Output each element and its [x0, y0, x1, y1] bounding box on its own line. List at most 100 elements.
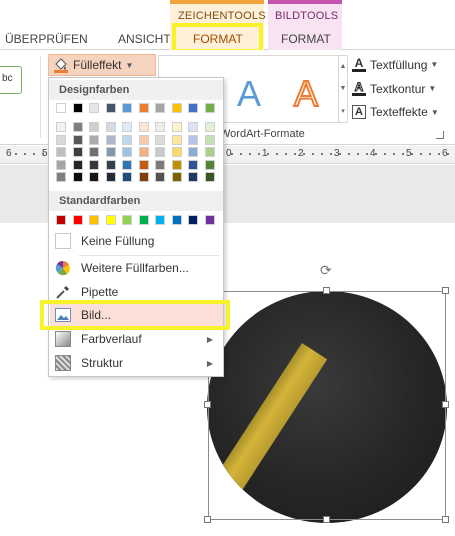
- theme-color-swatch[interactable]: [72, 103, 83, 113]
- no-fill-item[interactable]: Keine Füllung: [50, 230, 223, 252]
- theme-shade-swatch[interactable]: [188, 159, 198, 170]
- theme-shade-swatch[interactable]: [105, 172, 116, 182]
- standard-color-swatch[interactable]: [138, 215, 149, 225]
- theme-shade-swatch[interactable]: [155, 122, 165, 132]
- theme-shade-swatch[interactable]: [122, 147, 132, 157]
- theme-shade-swatch[interactable]: [56, 122, 66, 132]
- theme-shade-swatch[interactable]: [171, 134, 182, 145]
- tab-ueberpruefen[interactable]: ÜBERPRÜFEN: [5, 32, 88, 46]
- theme-color-swatch[interactable]: [188, 103, 198, 113]
- theme-shade-swatch[interactable]: [204, 147, 215, 157]
- tab-ansicht[interactable]: ANSICHT: [118, 32, 171, 46]
- standard-color-swatch[interactable]: [171, 215, 182, 225]
- gradient-item[interactable]: Farbverlauf ▶: [50, 328, 223, 350]
- text-fill-button[interactable]: A Textfüllung ▼: [352, 57, 438, 72]
- theme-shade-swatch[interactable]: [122, 134, 132, 145]
- menu-separator: [79, 255, 219, 256]
- theme-shade-swatch[interactable]: [204, 134, 215, 145]
- theme-shade-swatch[interactable]: [56, 159, 66, 170]
- theme-shade-swatch[interactable]: [89, 159, 99, 170]
- theme-shade-swatch[interactable]: [56, 134, 66, 145]
- theme-color-swatch[interactable]: [56, 103, 66, 113]
- wordart-style-2[interactable]: A: [237, 73, 261, 115]
- theme-shade-swatch[interactable]: [155, 134, 165, 145]
- theme-shade-swatch[interactable]: [138, 122, 149, 132]
- theme-shade-swatch[interactable]: [188, 122, 198, 132]
- theme-shade-swatch[interactable]: [72, 134, 83, 145]
- theme-shade-swatch[interactable]: [138, 172, 149, 182]
- theme-shade-swatch[interactable]: [72, 159, 83, 170]
- resize-handle[interactable]: [442, 287, 449, 294]
- theme-shade-swatch[interactable]: [138, 134, 149, 145]
- theme-shade-swatch[interactable]: [89, 134, 99, 145]
- chevron-down-icon[interactable]: ▼: [340, 85, 347, 92]
- resize-handle[interactable]: [442, 516, 449, 523]
- more-colors-item[interactable]: Weitere Füllfarben...: [50, 257, 223, 279]
- standard-color-swatch[interactable]: [72, 215, 83, 225]
- theme-shade-swatch[interactable]: [122, 172, 132, 182]
- theme-color-swatch[interactable]: [122, 103, 132, 113]
- tab-bildtools-format[interactable]: FORMAT: [281, 32, 331, 46]
- standard-color-swatch[interactable]: [56, 215, 66, 225]
- theme-shade-swatch[interactable]: [188, 172, 198, 182]
- theme-shade-swatch[interactable]: [188, 134, 198, 145]
- theme-shade-swatch[interactable]: [122, 159, 132, 170]
- theme-shade-swatch[interactable]: [105, 134, 116, 145]
- theme-shade-swatch[interactable]: [155, 172, 165, 182]
- resize-handle[interactable]: [204, 516, 211, 523]
- resize-handle[interactable]: [323, 516, 330, 523]
- theme-shade-swatch[interactable]: [204, 159, 215, 170]
- theme-shade-swatch[interactable]: [105, 159, 116, 170]
- theme-color-swatch[interactable]: [89, 103, 99, 113]
- theme-shade-swatch[interactable]: [56, 172, 66, 182]
- dialog-launcher-icon[interactable]: [436, 131, 444, 139]
- theme-shade-swatch[interactable]: [138, 147, 149, 157]
- fill-button[interactable]: Fülleffekt ▼: [48, 54, 156, 76]
- text-outline-button[interactable]: A Textkontur ▼: [352, 81, 436, 96]
- theme-shade-swatch[interactable]: [122, 122, 132, 132]
- theme-shade-swatch[interactable]: [171, 122, 182, 132]
- text-effects-button[interactable]: A Texteffekte ▼: [352, 105, 439, 119]
- theme-shade-swatch[interactable]: [188, 147, 198, 157]
- rotate-handle-icon[interactable]: ⟳: [320, 262, 332, 279]
- theme-shade-swatch[interactable]: [105, 147, 116, 157]
- theme-shade-swatch[interactable]: [138, 159, 149, 170]
- theme-color-swatch[interactable]: [155, 103, 165, 113]
- theme-shade-swatch[interactable]: [72, 147, 83, 157]
- theme-shade-swatch[interactable]: [56, 147, 66, 157]
- wordart-style-3[interactable]: A: [293, 72, 319, 115]
- standard-color-swatch[interactable]: [89, 215, 99, 225]
- theme-shade-swatch[interactable]: [72, 172, 83, 182]
- theme-shade-swatch[interactable]: [89, 122, 99, 132]
- standard-color-swatch[interactable]: [122, 215, 132, 225]
- theme-color-swatch[interactable]: [138, 103, 149, 113]
- theme-shade-swatch[interactable]: [171, 172, 182, 182]
- standard-color-swatch[interactable]: [105, 215, 116, 225]
- resize-handle[interactable]: [204, 401, 211, 408]
- theme-shade-swatch[interactable]: [204, 172, 215, 182]
- theme-shade-swatch[interactable]: [204, 122, 215, 132]
- theme-shade-swatch[interactable]: [72, 122, 83, 132]
- bildtools-label: BILDTOOLS: [275, 10, 339, 22]
- shape-style-abc[interactable]: bc: [0, 66, 22, 94]
- standard-color-swatch[interactable]: [155, 215, 165, 225]
- gallery-more-icon[interactable]: ▾: [341, 107, 345, 115]
- theme-shade-swatch[interactable]: [89, 172, 99, 182]
- wordart-gallery-scroll[interactable]: ▲ ▼ ▾: [338, 55, 348, 123]
- theme-shade-swatch[interactable]: [155, 147, 165, 157]
- theme-color-swatch[interactable]: [171, 103, 182, 113]
- theme-shade-swatch[interactable]: [171, 147, 182, 157]
- standard-color-swatch[interactable]: [204, 215, 215, 225]
- theme-shade-swatch[interactable]: [155, 159, 165, 170]
- chevron-up-icon[interactable]: ▲: [340, 63, 347, 70]
- theme-shade-swatch[interactable]: [105, 122, 116, 132]
- texture-item[interactable]: Struktur ▶: [50, 352, 223, 374]
- ruler-tick: [384, 153, 386, 155]
- theme-shade-swatch[interactable]: [171, 159, 182, 170]
- resize-handle[interactable]: [323, 287, 330, 294]
- standard-color-swatch[interactable]: [188, 215, 198, 225]
- theme-color-swatch[interactable]: [105, 103, 116, 113]
- theme-color-swatch[interactable]: [204, 103, 215, 113]
- theme-shade-swatch[interactable]: [89, 147, 99, 157]
- resize-handle[interactable]: [442, 401, 449, 408]
